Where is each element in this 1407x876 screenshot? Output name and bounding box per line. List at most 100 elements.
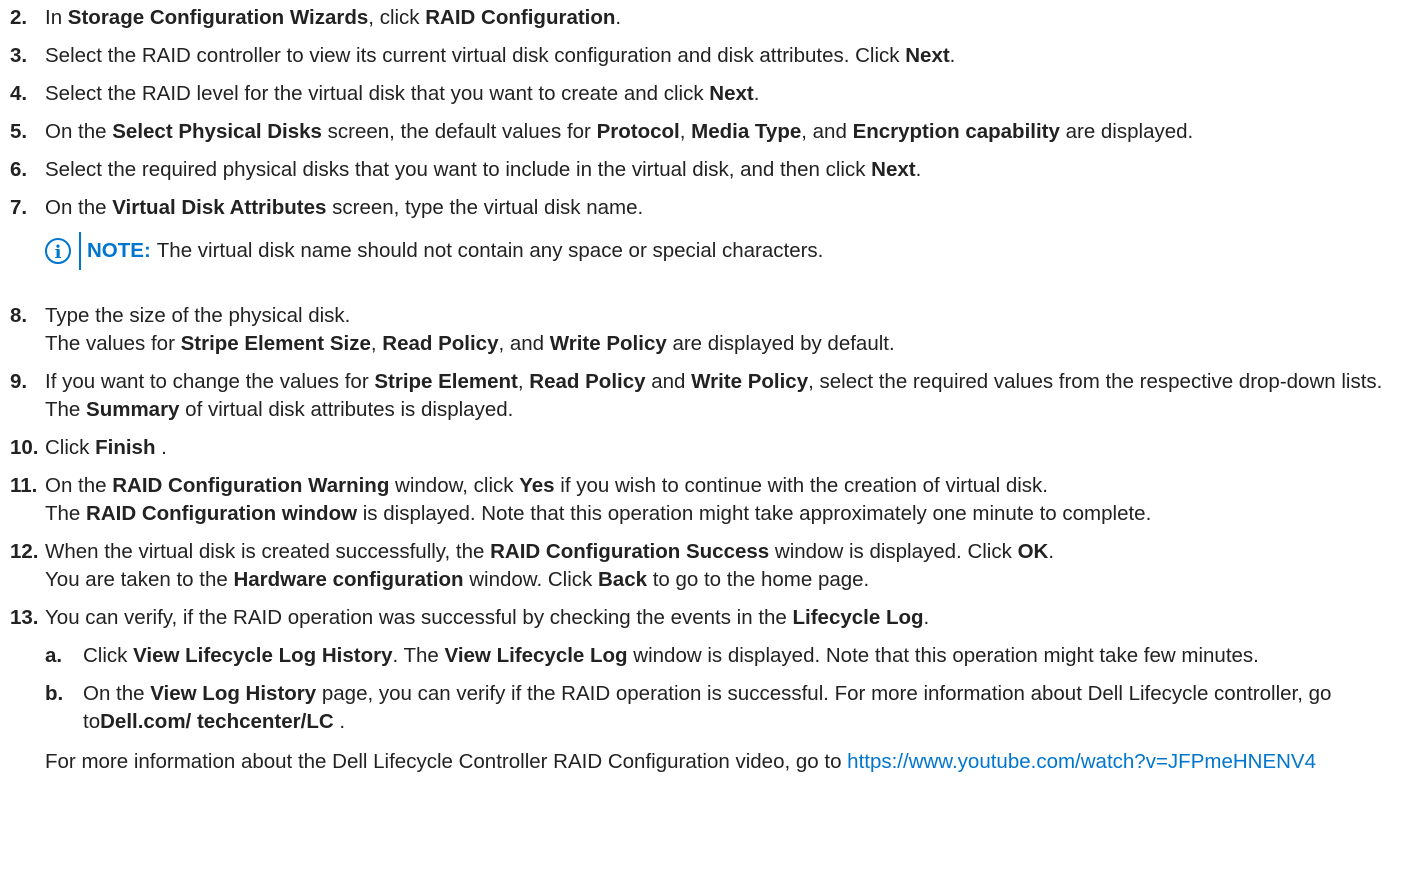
ui-term: RAID Configuration: [425, 6, 616, 29]
step-text: are displayed.: [1059, 120, 1194, 143]
ui-term: Next: [709, 82, 754, 105]
step-text: ,: [370, 332, 383, 355]
ui-term: RAID Configuration Success: [490, 540, 770, 563]
step-text: On the: [45, 196, 113, 219]
step-text: Select the required physical disks that …: [45, 158, 872, 181]
step-text: window. Click: [463, 568, 598, 591]
step-result: You are taken to the Hardware configurat…: [45, 566, 1407, 594]
step-number: 5.: [10, 120, 28, 143]
substep-letter: b.: [45, 682, 64, 705]
step-text: screen, type the virtual disk name.: [326, 196, 644, 219]
step-text: .: [923, 606, 930, 629]
step-text: Click: [83, 644, 134, 667]
step-text: The values for: [45, 332, 181, 355]
lifecycle-link-text: Dell.com/ techcenter/LC: [100, 710, 334, 733]
video-info-paragraph: For more information about the Dell Life…: [45, 748, 1407, 776]
step-text: , and: [801, 120, 853, 143]
ui-term: Next: [905, 44, 950, 67]
step-text: Type the size of the physical disk.: [45, 304, 351, 327]
step-number: 13.: [10, 606, 39, 629]
step-text: .: [1048, 540, 1055, 563]
step-text: If you want to change the values for: [45, 370, 375, 393]
ui-term: View Log History: [150, 682, 317, 705]
step-text: is displayed. Note that this operation m…: [357, 502, 1152, 525]
step-text: . The: [392, 644, 445, 667]
step-text: .: [949, 44, 956, 67]
step-text: Select the RAID controller to view its c…: [45, 44, 906, 67]
step-number: 12.: [10, 540, 39, 563]
step-text: if you wish to continue with the creatio…: [554, 474, 1048, 497]
step-number: 4.: [10, 82, 28, 105]
step-text: and: [645, 370, 692, 393]
youtube-link[interactable]: https://www.youtube.com/watch?v=JFPmeHNE…: [847, 750, 1316, 773]
step-text: screen, the default values for: [321, 120, 597, 143]
step-7: 7. On the Virtual Disk Attributes screen…: [10, 194, 1407, 270]
step-number: 9.: [10, 370, 28, 393]
step-10: 10. Click Finish .: [10, 434, 1407, 462]
substep-letter: a.: [45, 644, 63, 667]
step-result: The values for Stripe Element Size, Read…: [45, 330, 1407, 358]
ui-term: Back: [597, 568, 647, 591]
step-text: On the: [45, 120, 113, 143]
note-box: i NOTE: The virtual disk name should not…: [45, 232, 1407, 270]
step-9: 9. If you want to change the values for …: [10, 368, 1407, 424]
ui-term: Write Policy: [691, 370, 809, 393]
step-text: Click: [45, 436, 96, 459]
step-number: 7.: [10, 196, 28, 219]
step-text: On the: [83, 682, 151, 705]
ui-term: Summary: [86, 398, 180, 421]
step-text: .: [615, 6, 622, 29]
step-text: of virtual disk attributes is displayed.: [179, 398, 514, 421]
substep-b: b. On the View Log History page, you can…: [45, 680, 1407, 736]
tail-text: For more information about the Dell Life…: [45, 750, 848, 773]
step-text: You are taken to the: [45, 568, 234, 591]
ui-term: Virtual Disk Attributes: [112, 196, 327, 219]
step-number: 11.: [10, 474, 38, 497]
ui-term: Read Policy: [529, 370, 646, 393]
step-text: On the: [45, 474, 113, 497]
step-text: to go to the home page.: [647, 568, 870, 591]
note-label: NOTE:: [87, 239, 151, 262]
step-6: 6. Select the required physical disks th…: [10, 156, 1407, 184]
step-text: The: [45, 502, 87, 525]
step-12: 12. When the virtual disk is created suc…: [10, 538, 1407, 594]
step-text: .: [333, 710, 346, 733]
ui-term: Protocol: [596, 120, 680, 143]
ui-term: View Lifecycle Log: [444, 644, 628, 667]
step-text: .: [753, 82, 760, 105]
ui-term: Encryption capability: [852, 120, 1060, 143]
step-number: 8.: [10, 304, 28, 327]
ui-term: Storage Configuration Wizards: [67, 6, 369, 29]
step-3: 3. Select the RAID controller to view it…: [10, 42, 1407, 70]
ui-term: Write Policy: [549, 332, 667, 355]
step-number: 3.: [10, 44, 28, 67]
step-text: , and: [498, 332, 550, 355]
ui-term: Select Physical Disks: [112, 120, 322, 143]
step-text: window is displayed. Note that this oper…: [627, 644, 1259, 667]
info-icon: i: [45, 238, 71, 264]
step-number: 6.: [10, 158, 28, 181]
step-text: When the virtual disk is created success…: [45, 540, 491, 563]
step-text: The: [45, 398, 87, 421]
step-text: ,: [679, 120, 692, 143]
ui-term: Read Policy: [382, 332, 499, 355]
ui-term: Media Type: [691, 120, 802, 143]
ui-term: RAID Configuration window: [86, 502, 358, 525]
step-number: 2.: [10, 6, 28, 29]
ui-term: Stripe Element: [374, 370, 518, 393]
ui-term: Yes: [519, 474, 555, 497]
step-text: .: [155, 436, 167, 459]
step-text: .: [915, 158, 922, 181]
step-text: are displayed by default.: [666, 332, 895, 355]
step-11: 11. On the RAID Configuration Warning wi…: [10, 472, 1407, 528]
note-text: The virtual disk name should not contain…: [156, 239, 824, 262]
step-13: 13. You can verify, if the RAID operatio…: [10, 604, 1407, 776]
ui-term: Stripe Element Size: [180, 332, 371, 355]
step-text: You can verify, if the RAID operation wa…: [45, 606, 793, 629]
step-text: Select the RAID level for the virtual di…: [45, 82, 710, 105]
note-divider: [79, 232, 81, 270]
step-text: ,: [517, 370, 530, 393]
step-text: , click: [368, 6, 426, 29]
step-result: The Summary of virtual disk attributes i…: [45, 396, 1407, 424]
ui-term: OK: [1017, 540, 1049, 563]
